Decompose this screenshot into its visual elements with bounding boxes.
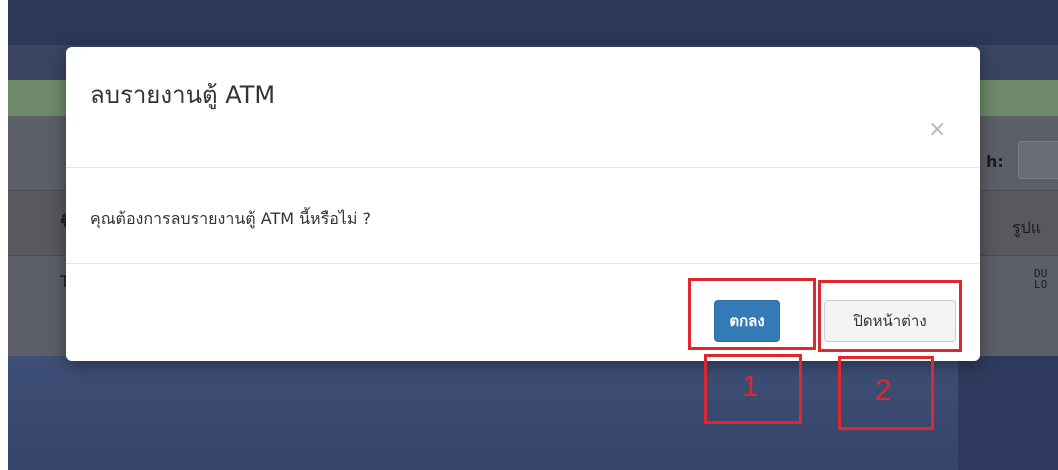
search-input[interactable] xyxy=(1018,141,1058,179)
annotation-label-1: 1 xyxy=(742,370,759,403)
top-navbar xyxy=(8,0,1058,45)
left-margin xyxy=(0,0,8,470)
search-label: h: xyxy=(986,152,1004,171)
page-bottom-right xyxy=(958,356,1058,470)
annotation-box-close xyxy=(818,280,962,352)
modal-header: ลบรายงานตู้ ATM × xyxy=(66,47,980,168)
annotation-box-ok xyxy=(688,278,816,350)
modal-body: คุณต้องการลบรายงานตู้ ATM นี้หรือไม่ ? xyxy=(66,167,980,264)
table-cell-right: DU LO xyxy=(1034,267,1048,291)
column-header-right: รูปแ xyxy=(1012,218,1042,237)
modal-title: ลบรายงานตู้ ATM xyxy=(90,81,276,109)
modal-message: คุณต้องการลบรายงานตู้ ATM นี้หรือไม่ ? xyxy=(90,209,371,228)
close-icon[interactable]: × xyxy=(928,119,946,141)
annotation-label-2: 2 xyxy=(875,374,892,407)
